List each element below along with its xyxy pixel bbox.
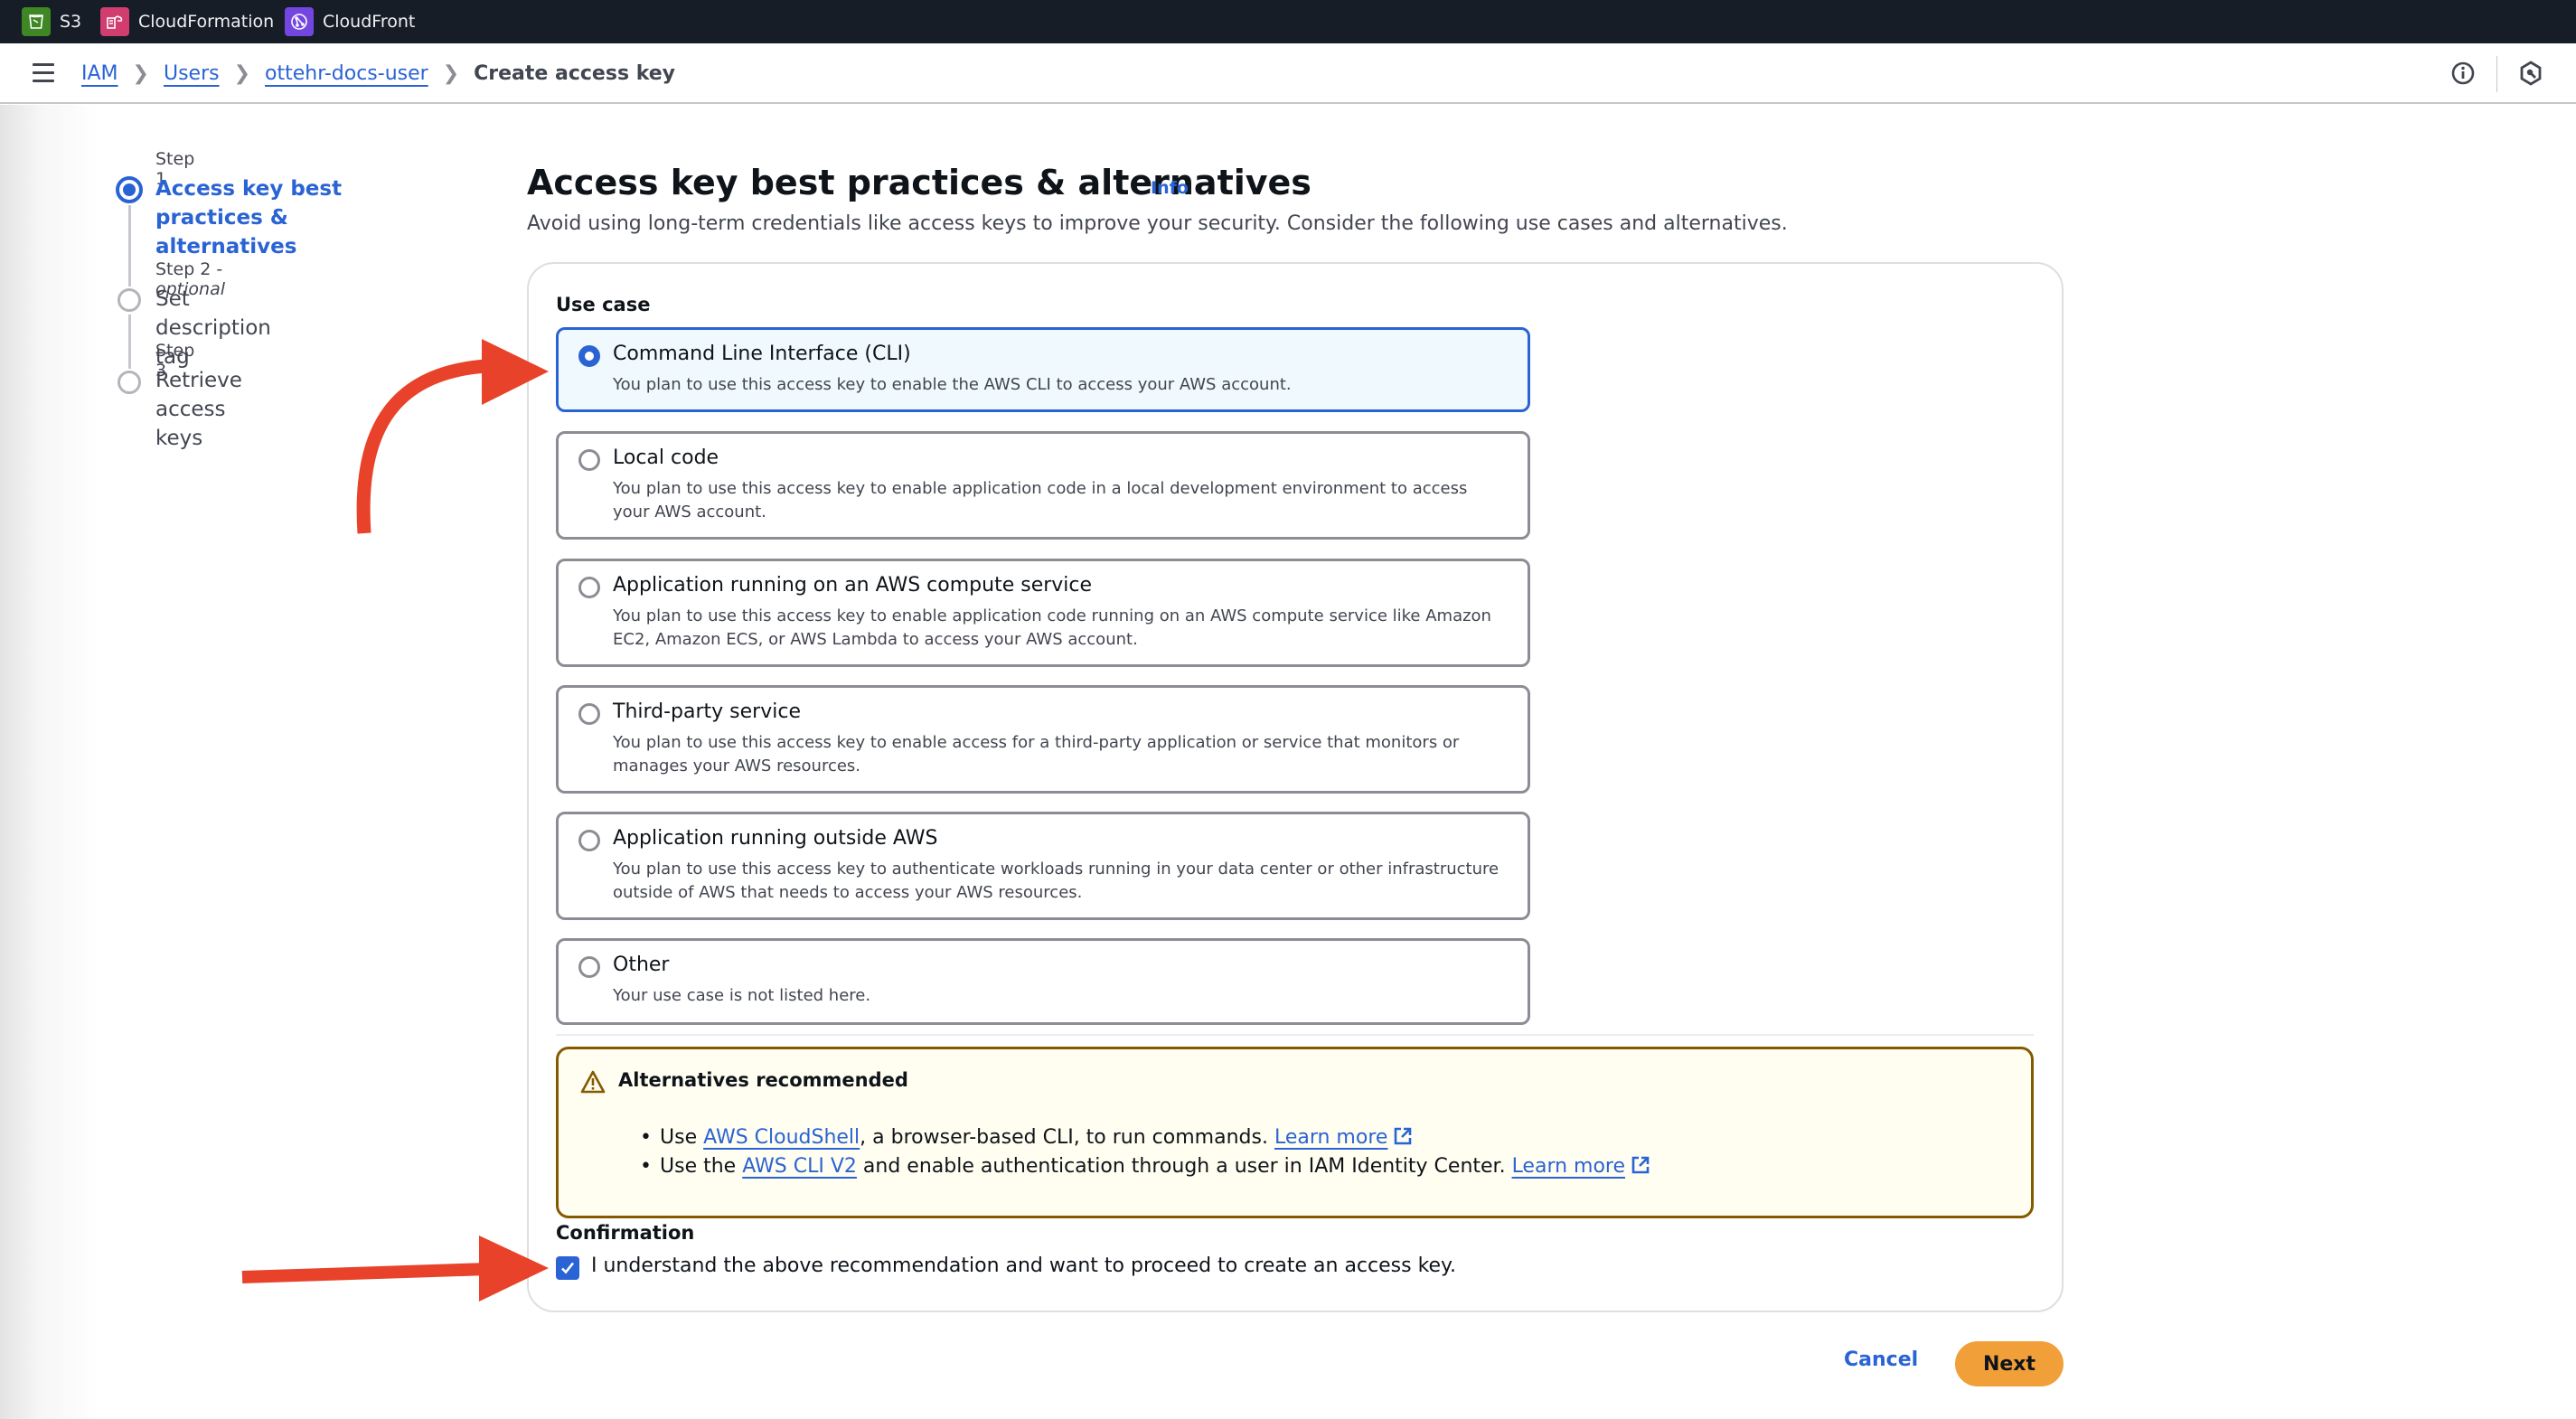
breadcrumb-current: Create access key — [474, 61, 675, 85]
step-connector — [128, 315, 131, 369]
aws-cli-v2-link[interactable]: AWS CLI V2 — [742, 1155, 857, 1178]
use-case-title: Application running on an AWS compute se… — [613, 574, 1093, 597]
warning-triangle-icon — [580, 1070, 606, 1094]
header-divider — [2496, 56, 2497, 92]
straight-arrow-stem — [241, 1263, 489, 1283]
service-label: CloudFront — [323, 12, 416, 32]
step-3-indicator — [118, 371, 141, 394]
alert-item: Use AWS CloudShell, a browser-based CLI,… — [640, 1123, 1650, 1152]
alert-list: Use AWS CloudShell, a browser-based CLI,… — [640, 1123, 1650, 1181]
step-1-title[interactable]: Access key best practices & alternatives — [155, 174, 436, 261]
radio-button[interactable] — [578, 703, 600, 725]
use-case-title: Third-party service — [613, 700, 801, 723]
chevron-right-icon: ❯ — [132, 61, 149, 85]
checkmark-icon — [561, 1262, 575, 1274]
alternatives-alert: Alternatives recommended Use AWS CloudSh… — [556, 1047, 2034, 1218]
alert-title: Alternatives recommended — [618, 1069, 908, 1091]
alert-item: Use the AWS CLI V2 and enable authentica… — [640, 1152, 1650, 1181]
step-2-number: Step 2 — [155, 259, 212, 279]
cancel-button[interactable]: Cancel — [1844, 1349, 1918, 1371]
use-case-aws-compute[interactable]: Application running on an AWS compute se… — [556, 559, 1530, 667]
service-shortcut-s3[interactable]: S3 — [22, 6, 81, 37]
radio-button-selected[interactable] — [578, 345, 600, 367]
alert-text: Use the — [660, 1155, 743, 1178]
alert-text: and enable authentication through a user… — [856, 1155, 1512, 1178]
use-case-description: You plan to use this access key to authe… — [613, 860, 1500, 902]
confirmation-text[interactable]: I understand the above recommendation an… — [591, 1255, 1456, 1277]
breadcrumb-users[interactable]: Users — [164, 62, 220, 85]
use-case-label: Use case — [556, 294, 651, 315]
step-3-title: Retrieve access keys — [155, 369, 242, 450]
use-case-title: Local code — [613, 446, 719, 469]
step-2-indicator — [118, 288, 141, 312]
radio-button[interactable] — [578, 956, 600, 978]
info-link[interactable]: Info — [1151, 178, 1189, 198]
s3-bucket-icon — [22, 7, 51, 36]
left-panel-shadow — [0, 105, 99, 1419]
alert-text: Use — [660, 1126, 704, 1149]
external-link-icon[interactable] — [1631, 1155, 1650, 1175]
step-1-indicator — [116, 176, 143, 203]
next-button[interactable]: Next — [1955, 1341, 2064, 1386]
top-navigation-bar: S3 CloudFormation CloudFront — [0, 0, 2576, 43]
external-link-icon[interactable] — [1393, 1126, 1413, 1146]
alert-text: , a browser-based CLI, to run commands. — [860, 1126, 1274, 1149]
use-case-outside-aws[interactable]: Application running outside AWS You plan… — [556, 812, 1530, 920]
use-case-other[interactable]: Other Your use case is not listed here. — [556, 938, 1530, 1025]
page-title: Access key best practices & alternatives — [527, 163, 1312, 202]
service-label: S3 — [60, 12, 82, 32]
use-case-description: Your use case is not listed here. — [613, 986, 871, 1005]
radio-button[interactable] — [578, 449, 600, 471]
service-shortcut-cloudfront[interactable]: CloudFront — [285, 6, 415, 37]
chevron-right-icon: ❯ — [233, 61, 251, 85]
confirmation-label: Confirmation — [556, 1222, 695, 1244]
breadcrumb-iam[interactable]: IAM — [81, 62, 118, 85]
curved-arrow-stem — [356, 359, 487, 534]
menu-hamburger-icon[interactable] — [33, 63, 54, 83]
radio-button[interactable] — [578, 577, 600, 598]
section-divider — [556, 1034, 2034, 1036]
breadcrumb-user[interactable]: ottehr-docs-user — [265, 62, 428, 85]
info-circle-icon[interactable] — [2448, 58, 2478, 89]
use-case-description: You plan to use this access key to enabl… — [613, 606, 1491, 649]
use-case-third-party[interactable]: Third-party service You plan to use this… — [556, 685, 1530, 794]
radio-button[interactable] — [578, 830, 600, 851]
learn-more-link[interactable]: Learn more — [1512, 1155, 1625, 1178]
use-case-title: Other — [613, 954, 670, 976]
confirmation-checkbox[interactable] — [556, 1256, 579, 1280]
service-label: CloudFormation — [138, 12, 275, 32]
step-connector — [128, 205, 131, 287]
breadcrumb-bar: IAM ❯ Users ❯ ottehr-docs-user ❯ Create … — [0, 43, 2576, 104]
page-subtitle: Avoid using long-term credentials like a… — [527, 212, 1788, 235]
cloudformation-icon — [100, 7, 129, 36]
use-case-description: You plan to use this access key to enabl… — [613, 733, 1460, 775]
use-case-title: Command Line Interface (CLI) — [613, 343, 911, 365]
learn-more-link[interactable]: Learn more — [1274, 1126, 1387, 1149]
chevron-right-icon: ❯ — [442, 61, 460, 85]
aws-cloudshell-link[interactable]: AWS CloudShell — [703, 1126, 860, 1149]
settings-hexagon-icon[interactable] — [2515, 58, 2546, 89]
use-case-description: You plan to use this access key to enabl… — [613, 479, 1468, 522]
cloudfront-icon — [285, 7, 314, 36]
service-shortcut-cloudformation[interactable]: CloudFormation — [100, 6, 274, 37]
use-case-local-code[interactable]: Local code You plan to use this access k… — [556, 431, 1530, 540]
breadcrumb: IAM ❯ Users ❯ ottehr-docs-user ❯ Create … — [81, 57, 675, 89]
use-case-cli[interactable]: Command Line Interface (CLI) You plan to… — [556, 327, 1530, 412]
use-case-description: You plan to use this access key to enabl… — [613, 375, 1292, 394]
use-case-title: Application running outside AWS — [613, 827, 938, 850]
